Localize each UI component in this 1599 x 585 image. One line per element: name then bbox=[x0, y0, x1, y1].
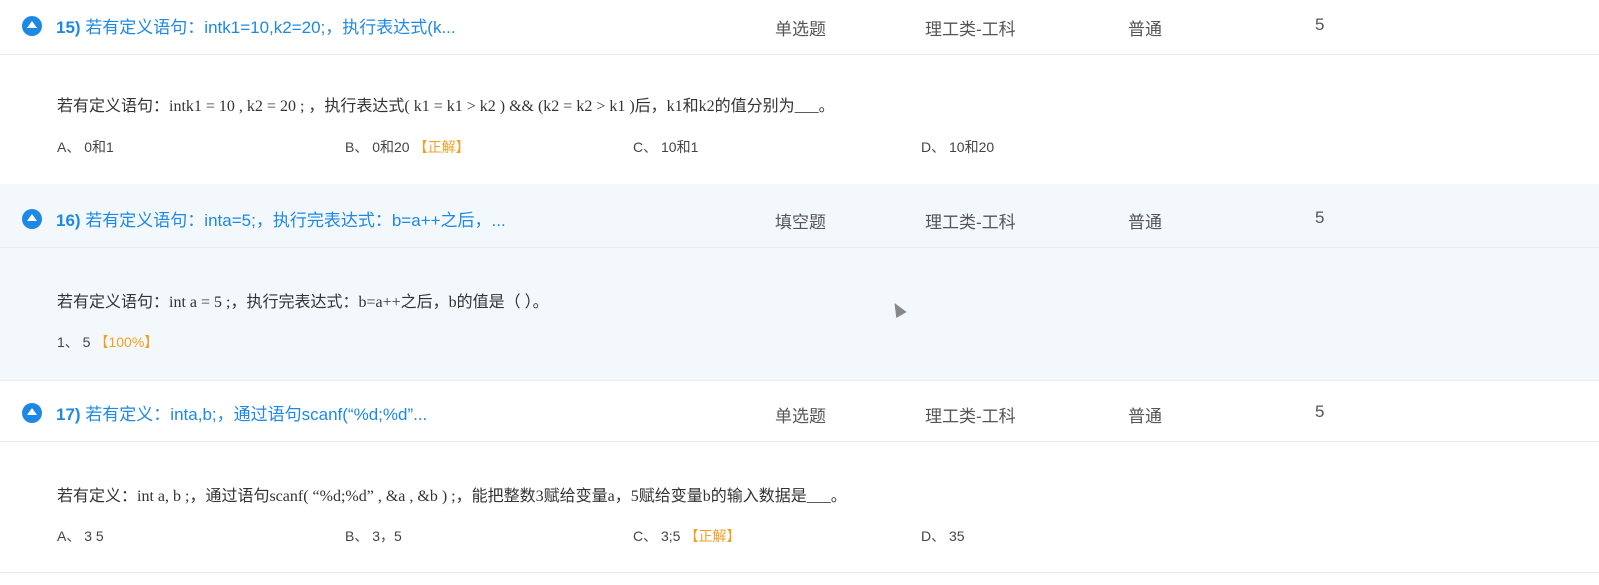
option-a: A、 3 5 bbox=[57, 528, 104, 544]
question-17: 17) 若有定义：inta,b;，通过语句scanf(“%d;%d”... 单选… bbox=[0, 387, 1599, 585]
question-title[interactable]: 15) 若有定义语句：intk1=10,k2=20;，执行表达式(k... bbox=[56, 13, 456, 38]
option-b: B、 0和20 【正解】 bbox=[345, 139, 470, 155]
question-difficulty: 普通 bbox=[1128, 213, 1162, 232]
question-score: 5 bbox=[1315, 15, 1325, 34]
option-c: C、 3;5 【正解】 bbox=[633, 528, 741, 544]
question-type: 单选题 bbox=[775, 407, 826, 426]
question-type: 单选题 bbox=[775, 20, 826, 39]
question-category: 理工类-工科 bbox=[925, 20, 1016, 39]
question-header[interactable]: 16) 若有定义语句：inta=5;，执行完表达式：b=a++之后，... 填空… bbox=[0, 193, 1599, 248]
question-number: 16) bbox=[56, 211, 81, 230]
collapse-toggle-icon[interactable] bbox=[22, 16, 42, 36]
option-d: D、 10和20 bbox=[921, 139, 995, 155]
divider bbox=[0, 572, 1599, 573]
question-difficulty: 普通 bbox=[1128, 407, 1162, 426]
question-type: 填空题 bbox=[775, 213, 826, 232]
question-number: 15) bbox=[56, 18, 81, 37]
question-stem: 若有定义语句：intk1 = 10 , k2 = 20 ; ，执行表达式( k1… bbox=[57, 98, 835, 115]
question-15: 15) 若有定义语句：intk1=10,k2=20;，执行表达式(k... 单选… bbox=[0, 0, 1599, 184]
question-title-text: 若有定义：inta,b;，通过语句scanf(“%d;%d”... bbox=[85, 405, 428, 424]
question-title-text: 若有定义语句：inta=5;，执行完表达式：b=a++之后，... bbox=[85, 211, 506, 230]
answer-rate-tag: 【100%】 bbox=[94, 334, 159, 350]
correct-answer-tag: 【正解】 bbox=[684, 528, 741, 544]
question-score: 5 bbox=[1315, 402, 1325, 421]
question-score: 5 bbox=[1315, 208, 1325, 227]
option-c: C、 10和1 bbox=[633, 139, 699, 155]
option-b: B、 3，5 bbox=[345, 528, 402, 544]
option-d: D、 35 bbox=[921, 528, 965, 544]
collapse-toggle-icon[interactable] bbox=[22, 403, 42, 423]
correct-answer-tag: 【正解】 bbox=[413, 139, 470, 155]
question-title-text: 若有定义语句：intk1=10,k2=20;，执行表达式(k... bbox=[85, 18, 456, 37]
question-difficulty: 普通 bbox=[1128, 20, 1162, 39]
question-number: 17) bbox=[56, 405, 81, 424]
question-title[interactable]: 17) 若有定义：inta,b;，通过语句scanf(“%d;%d”... bbox=[56, 400, 427, 425]
question-title[interactable]: 16) 若有定义语句：inta=5;，执行完表达式：b=a++之后，... bbox=[56, 206, 506, 231]
question-header[interactable]: 17) 若有定义：inta,b;，通过语句scanf(“%d;%d”... 单选… bbox=[0, 387, 1599, 442]
question-category: 理工类-工科 bbox=[925, 213, 1016, 232]
divider bbox=[0, 380, 1599, 381]
answer-1: 1、 5 【100%】 bbox=[57, 334, 159, 350]
question-stem: 若有定义语句：int a = 5 ;，执行完表达式：b=a++之后，b的值是（ … bbox=[57, 294, 549, 311]
question-16: 16) 若有定义语句：inta=5;，执行完表达式：b=a++之后，... 填空… bbox=[0, 184, 1599, 380]
option-a: A、 0和1 bbox=[57, 139, 114, 155]
question-category: 理工类-工科 bbox=[925, 407, 1016, 426]
question-header[interactable]: 15) 若有定义语句：intk1=10,k2=20;，执行表达式(k... 单选… bbox=[0, 0, 1599, 55]
collapse-toggle-icon[interactable] bbox=[22, 209, 42, 229]
question-stem: 若有定义：int a, b ;，通过语句scanf( “%d;%d” , &a … bbox=[57, 488, 847, 505]
